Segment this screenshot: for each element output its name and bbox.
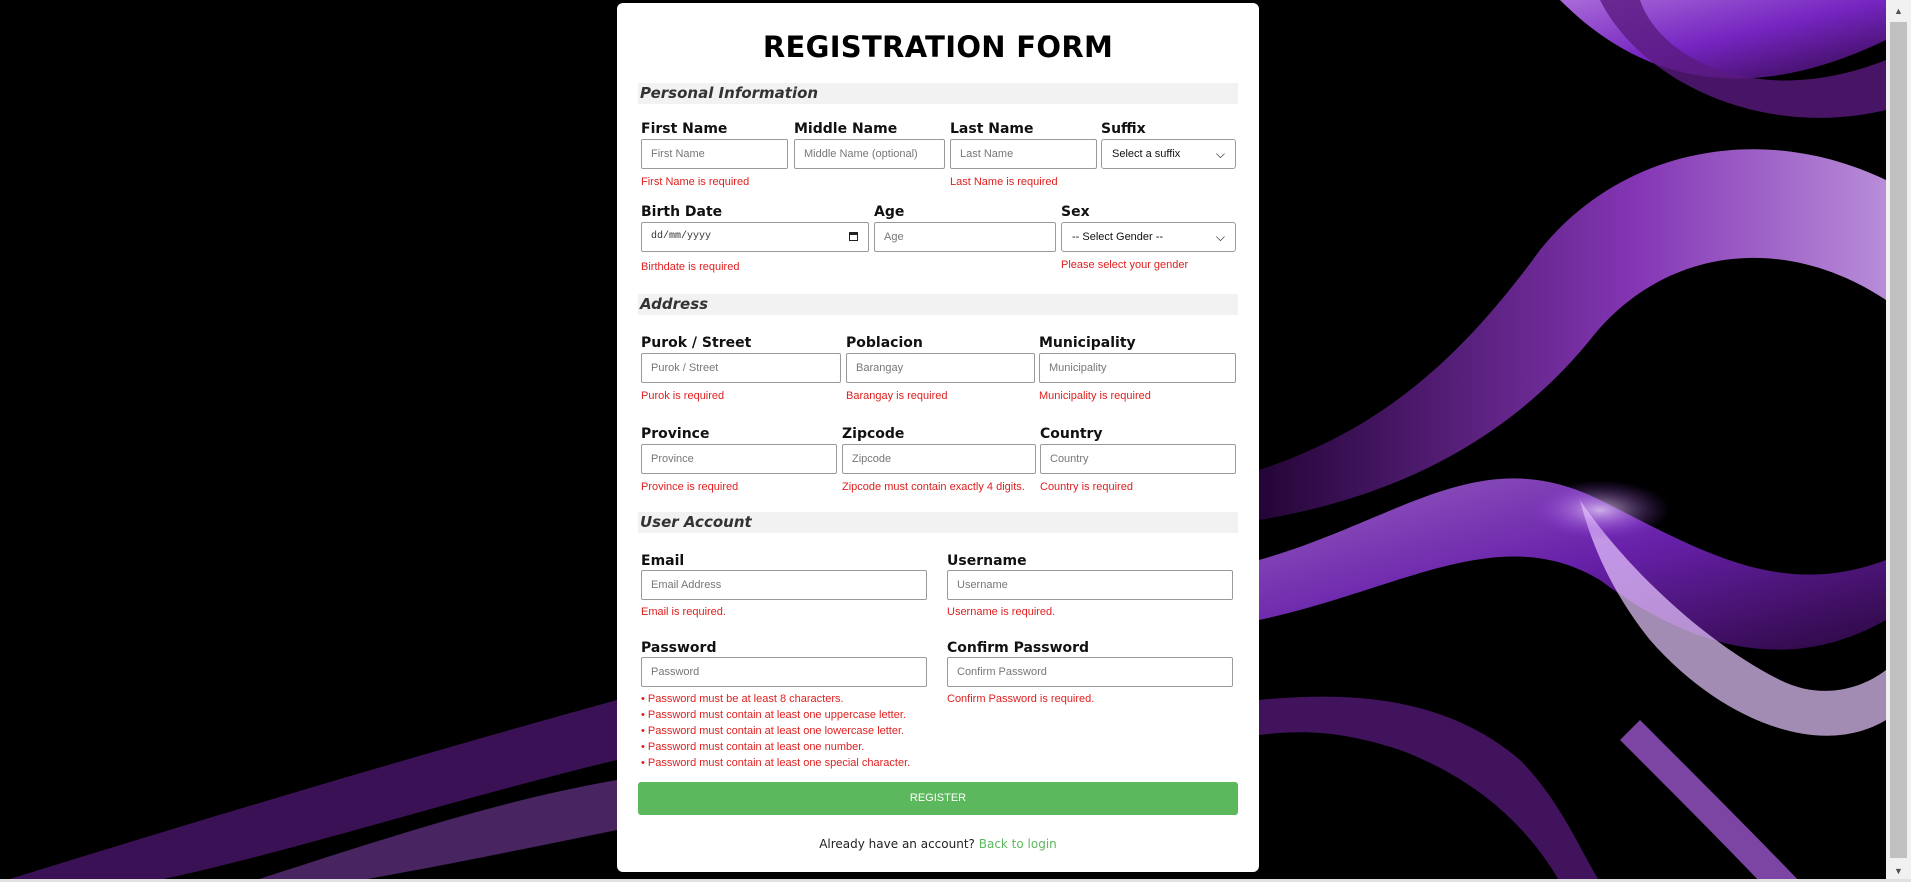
country-label: Country xyxy=(1040,426,1103,442)
first-name-error: First Name is required xyxy=(641,176,750,188)
birth-date-placeholder: dd/mm/yyyy xyxy=(651,231,712,242)
poblacion-input[interactable]: Barangay xyxy=(846,353,1035,383)
sex-label: Sex xyxy=(1061,204,1090,220)
province-label: Province xyxy=(641,426,710,442)
register-button[interactable]: REGISTER xyxy=(638,782,1238,815)
last-name-input[interactable]: Last Name xyxy=(950,139,1097,169)
password-input[interactable]: Password xyxy=(641,657,927,687)
country-input[interactable]: Country xyxy=(1040,444,1236,474)
country-error: Country is required xyxy=(1040,481,1133,493)
zipcode-input[interactable]: Zipcode xyxy=(842,444,1036,474)
scroll-up-icon[interactable]: ▲ xyxy=(1886,2,1911,20)
last-name-label: Last Name xyxy=(950,121,1034,137)
sex-selected-value: -- Select Gender -- xyxy=(1072,231,1164,243)
password-error-uppercase: • Password must contain at least one upp… xyxy=(641,709,906,721)
sex-select[interactable]: -- Select Gender -- ⌵ xyxy=(1061,222,1236,252)
last-name-error: Last Name is required xyxy=(950,176,1058,188)
email-input[interactable]: Email Address xyxy=(641,570,927,600)
scroll-down-icon[interactable]: ▼ xyxy=(1886,862,1911,880)
password-error-special: • Password must contain at least one spe… xyxy=(641,757,911,769)
login-prompt: Already have an account? Back to login xyxy=(617,837,1259,851)
birth-date-label: Birth Date xyxy=(641,204,723,220)
username-label: Username xyxy=(947,553,1027,569)
birth-date-error: Birthdate is required xyxy=(641,261,740,273)
sex-error: Please select your gender xyxy=(1061,259,1189,271)
section-address: Address xyxy=(638,294,1238,315)
password-error-lowercase: • Password must contain at least one low… xyxy=(641,725,905,737)
password-label: Password xyxy=(641,640,717,656)
email-label: Email xyxy=(641,553,685,569)
username-input[interactable]: Username xyxy=(947,570,1233,600)
municipality-input[interactable]: Municipality xyxy=(1039,353,1236,383)
poblacion-label: Poblacion xyxy=(846,335,923,351)
page-scrollbar[interactable]: ▲ ▼ xyxy=(1886,0,1911,882)
street-error: Purok is required xyxy=(641,390,725,402)
email-error: Email is required. xyxy=(641,606,726,618)
calendar-icon[interactable] xyxy=(849,232,858,241)
password-error-number: • Password must contain at least one num… xyxy=(641,741,865,753)
suffix-selected-value: Select a suffix xyxy=(1112,148,1181,160)
birth-date-input[interactable]: dd/mm/yyyy xyxy=(641,222,869,252)
scrollbar-thumb[interactable] xyxy=(1890,22,1907,858)
confirm-password-input[interactable]: Confirm Password xyxy=(947,657,1233,687)
age-label: Age xyxy=(874,204,905,220)
registration-card: REGISTRATION FORM Personal Information F… xyxy=(617,3,1259,872)
password-error-length: • Password must be at least 8 characters… xyxy=(641,693,844,705)
suffix-label: Suffix xyxy=(1101,121,1146,137)
suffix-select[interactable]: Select a suffix ⌵ xyxy=(1101,139,1236,169)
street-label: Purok / Street xyxy=(641,335,752,351)
section-personal-info: Personal Information xyxy=(638,83,1238,104)
street-input[interactable]: Purok / Street xyxy=(641,353,841,383)
province-input[interactable]: Province xyxy=(641,444,837,474)
username-error: Username is required. xyxy=(947,606,1056,618)
back-to-login-link[interactable]: Back to login xyxy=(979,837,1057,851)
middle-name-input[interactable]: Middle Name (optional) xyxy=(794,139,945,169)
municipality-error: Municipality is required xyxy=(1039,390,1151,402)
chevron-down-icon: ⌵ xyxy=(1215,147,1225,161)
login-prompt-text: Already have an account? xyxy=(819,837,975,851)
age-input[interactable]: Age xyxy=(874,222,1056,252)
confirm-password-label: Confirm Password xyxy=(947,640,1090,656)
chevron-down-icon: ⌵ xyxy=(1215,230,1225,244)
poblacion-error: Barangay is required xyxy=(846,390,948,402)
first-name-label: First Name xyxy=(641,121,728,137)
confirm-password-error: Confirm Password is required. xyxy=(947,693,1095,705)
zipcode-error: Zipcode must contain exactly 4 digits. xyxy=(842,481,1025,493)
zipcode-label: Zipcode xyxy=(842,426,905,442)
page-title: REGISTRATION FORM xyxy=(762,30,1114,64)
middle-name-label: Middle Name xyxy=(794,121,898,137)
province-error: Province is required xyxy=(641,481,739,493)
municipality-label: Municipality xyxy=(1039,335,1136,351)
section-user-account: User Account xyxy=(638,512,1238,533)
first-name-input[interactable]: First Name xyxy=(641,139,788,169)
